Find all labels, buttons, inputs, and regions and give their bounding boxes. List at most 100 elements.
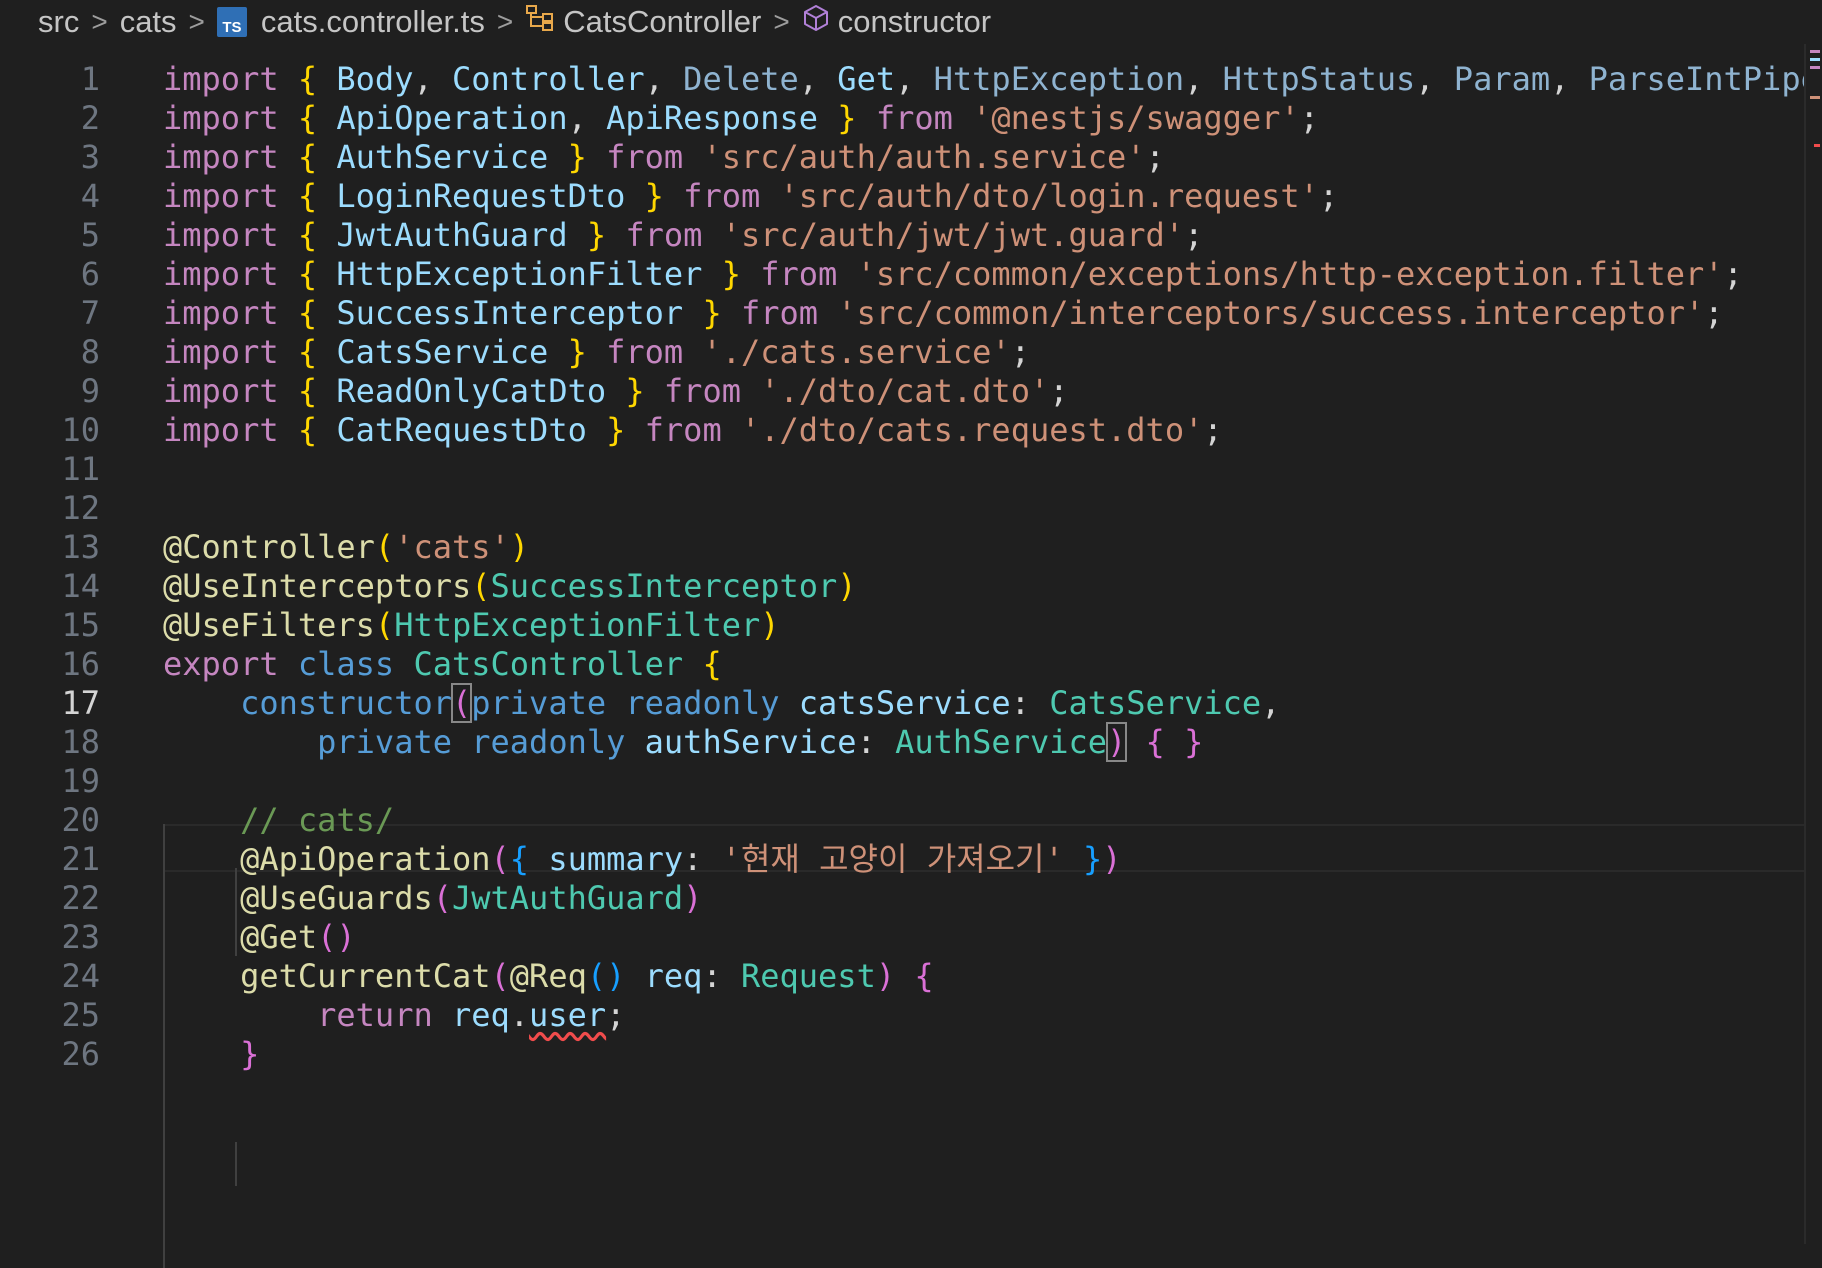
code-token: { [297, 294, 318, 332]
error-marker [1814, 144, 1820, 147]
code-line[interactable]: 26 } [0, 1035, 1806, 1074]
code-token: { [297, 216, 318, 254]
code-token: ) [683, 879, 703, 917]
code-line[interactable]: 5 import { JwtAuthGuard } from 'src/auth/… [0, 216, 1806, 255]
code-token: CatsController [413, 645, 684, 683]
code-line[interactable]: 11 [0, 450, 1806, 489]
code-text: @Get() [163, 918, 356, 957]
code-line[interactable]: 17 constructor(private readonly catsServ… [0, 683, 1806, 723]
code-token: : [683, 840, 722, 878]
code-token: 'src/auth/auth.service' [702, 138, 1146, 176]
code-line[interactable]: 16 export class CatsController { [0, 645, 1806, 684]
code-token: catsService [798, 684, 1011, 722]
line-number: 10 [61, 411, 100, 449]
code-token: } [1083, 840, 1103, 878]
code-token: 'src/auth/jwt/jwt.guard' [721, 216, 1185, 254]
code-line[interactable]: 4 import { LoginRequestDto } from 'src/au… [0, 177, 1806, 216]
code-line[interactable]: 19 [0, 762, 1806, 801]
code-line[interactable]: 15 @UseFilters(HttpExceptionFilter) [0, 606, 1806, 645]
code-text: import { JwtAuthGuard } from 'src/auth/j… [163, 216, 1203, 255]
code-line[interactable]: 21 @ApiOperation({ summary: '현재 고양이 가져오기… [0, 840, 1806, 879]
code-line[interactable]: 24 getCurrentCat(@Req() req: Request) { [0, 957, 1806, 996]
breadcrumb-item-cats[interactable]: cats [120, 4, 177, 40]
code-token: { [297, 372, 318, 410]
code-token: ApiResponse [606, 99, 819, 137]
code-line[interactable]: 23 @Get() [0, 918, 1806, 957]
code-token: CatsService [336, 333, 549, 371]
code-line[interactable]: 10 import { CatRequestDto } from './dto/c… [0, 411, 1806, 450]
code-token: HttpStatus [1222, 60, 1416, 98]
code-line[interactable]: 8 import { CatsService } from './cats.ser… [0, 333, 1806, 372]
code-text: import { AuthService } from 'src/auth/au… [163, 138, 1165, 177]
code-token: { [914, 957, 934, 995]
code-token: 'src/common/interceptors/success.interce… [837, 294, 1705, 332]
code-token: LoginRequestDto [336, 177, 626, 215]
code-token: './dto/cat.dto' [760, 372, 1050, 410]
code-token: } [837, 99, 857, 137]
code-line[interactable]: 2 import { ApiOperation, ApiResponse } fr… [0, 99, 1806, 138]
breadcrumb-item-member[interactable]: constructor [838, 4, 991, 40]
code-line[interactable]: 14 @UseInterceptors(SuccessInterceptor) [0, 567, 1806, 606]
code-editor[interactable]: 1 import { Body, Controller, Delete, Get,… [0, 44, 1822, 1268]
line-number: 12 [61, 489, 100, 527]
code-text: @UseInterceptors(SuccessInterceptor) [163, 567, 857, 606]
code-token: from [875, 99, 953, 137]
code-text: export class CatsController { [163, 645, 722, 684]
code-line[interactable]: 18 private readonly authService: AuthSer… [0, 722, 1806, 762]
code-line[interactable]: 6 import { HttpExceptionFilter } from 'sr… [0, 255, 1806, 294]
code-line[interactable]: 20 // cats/ [0, 801, 1806, 840]
code-token: ) [837, 567, 857, 605]
code-token: @UseInterceptors [163, 567, 472, 605]
code-token: ; [1145, 138, 1165, 176]
code-token: Controller [451, 60, 645, 98]
code-token: , [1550, 60, 1589, 98]
breadcrumb-item-src[interactable]: src [38, 4, 79, 40]
breadcrumb-item-file[interactable]: cats.controller.ts [261, 4, 485, 40]
code-token: from [760, 255, 838, 293]
code-line[interactable]: 3 import { AuthService } from 'src/auth/a… [0, 138, 1806, 177]
line-number: 23 [61, 918, 100, 956]
chevron-right-icon: > [91, 6, 108, 37]
code-token: } [240, 1035, 260, 1073]
code-token: import [163, 138, 279, 176]
breadcrumb-item-class[interactable]: CatsController [563, 4, 761, 40]
code-line[interactable]: 22 @UseGuards(JwtAuthGuard) [0, 879, 1806, 918]
code-line[interactable]: 25 return req.user; [0, 996, 1806, 1035]
code-text: import { HttpExceptionFilter } from 'src… [163, 255, 1743, 294]
code-token: HttpException [933, 60, 1185, 98]
code-token: '@nestjs/swagger' [972, 99, 1300, 137]
code-token: 'src/auth/dto/login.request' [779, 177, 1319, 215]
code-token: from [644, 411, 722, 449]
code-line[interactable]: 9 import { ReadOnlyCatDto } from './dto/c… [0, 372, 1806, 411]
line-number: 18 [61, 723, 100, 761]
code-token: from [606, 138, 684, 176]
line-number: 1 [80, 60, 100, 98]
code-text: constructor(private readonly catsService… [163, 683, 1280, 723]
code-token: ( [374, 606, 395, 644]
chevron-right-icon: > [773, 6, 790, 37]
code-line[interactable]: 1 import { Body, Controller, Delete, Get,… [0, 60, 1822, 99]
code-line[interactable]: 13 @Controller('cats') [0, 528, 1806, 567]
code-token: import [163, 99, 279, 137]
code-line[interactable]: 7 import { SuccessInterceptor } from 'src… [0, 294, 1806, 333]
vertical-scrollbar[interactable] [1804, 44, 1822, 1244]
code-token: ( [490, 840, 510, 878]
code-token: JwtAuthGuard [451, 879, 684, 917]
code-line[interactable]: 12 [0, 489, 1806, 528]
